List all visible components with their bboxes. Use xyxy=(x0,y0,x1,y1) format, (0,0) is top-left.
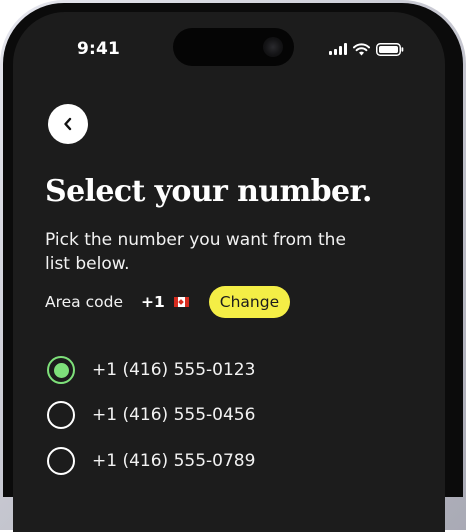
cellular-signal-icon xyxy=(329,43,347,55)
status-icons xyxy=(329,42,404,56)
chevron-left-icon xyxy=(62,117,74,131)
area-code-label: Area code xyxy=(45,293,123,311)
number-option-2[interactable]: +1 (416) 555-0456 xyxy=(47,401,255,429)
canada-flag-icon xyxy=(174,297,189,307)
radio-unselected-icon[interactable] xyxy=(47,401,75,429)
phone-number: +1 (416) 555-0456 xyxy=(92,405,255,425)
page-title: Select your number. xyxy=(45,174,372,209)
dynamic-island xyxy=(173,28,294,66)
area-code-row: Area code +1 Change xyxy=(45,286,290,318)
phone-screen: 9:41 Select your number. Pick the number… xyxy=(13,12,445,532)
area-code-value: +1 xyxy=(141,293,165,311)
back-button[interactable] xyxy=(48,104,88,144)
wifi-icon xyxy=(353,43,370,56)
number-option-3[interactable]: +1 (416) 555-0789 xyxy=(47,447,255,475)
change-area-code-button[interactable]: Change xyxy=(209,286,290,318)
battery-icon xyxy=(376,43,404,56)
phone-number: +1 (416) 555-0789 xyxy=(92,451,255,471)
camera-icon xyxy=(263,37,283,57)
number-option-1[interactable]: +1 (416) 555-0123 xyxy=(47,356,255,384)
status-time: 9:41 xyxy=(77,39,120,59)
radio-selected-icon[interactable] xyxy=(47,356,75,384)
radio-unselected-icon[interactable] xyxy=(47,447,75,475)
phone-number: +1 (416) 555-0123 xyxy=(92,360,255,380)
page-subtitle: Pick the number you want from the list b… xyxy=(45,228,375,276)
